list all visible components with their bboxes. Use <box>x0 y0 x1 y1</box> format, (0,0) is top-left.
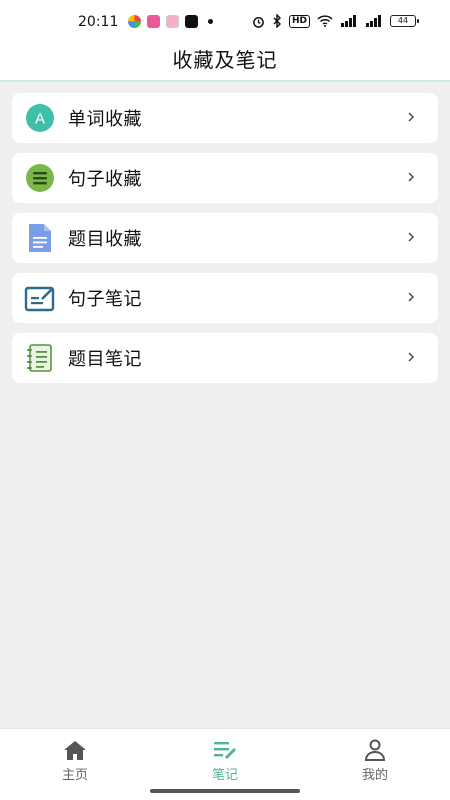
list-item-word-favorites[interactable]: A 单词收藏 <box>12 93 438 143</box>
app-pink-icon <box>147 15 160 28</box>
favorites-list: A 单词收藏 句子收藏 题目收藏 句子笔记 题目笔记 <box>12 93 438 393</box>
nav-label: 主页 <box>61 768 88 783</box>
letter-a-glyph: A <box>35 111 45 128</box>
battery-icon: 44 <box>390 15 419 27</box>
home-icon <box>64 741 86 760</box>
nav-label: 我的 <box>361 768 388 783</box>
person-icon <box>364 739 386 761</box>
signal-icon <box>341 15 356 27</box>
chevron-right-icon <box>408 292 414 302</box>
alarm-icon <box>253 16 264 28</box>
list-item-question-favorites[interactable]: 题目收藏 <box>12 213 438 263</box>
chevron-right-icon <box>408 112 414 122</box>
chevron-right-icon <box>408 232 414 242</box>
bluetooth-icon <box>273 14 281 28</box>
status-indicators: HD 44 <box>252 14 419 28</box>
home-indicator-bar[interactable] <box>150 789 300 793</box>
nav-label: 笔记 <box>211 768 238 783</box>
list-item-question-notes[interactable]: 题目笔记 <box>12 333 438 383</box>
chevron-right-icon <box>408 352 414 362</box>
app-pinwheel-icon <box>128 15 141 28</box>
status-bar: 20:11 HD 44 <box>0 0 450 44</box>
status-time: 20:11 <box>78 14 119 30</box>
wifi-icon <box>317 15 333 27</box>
chevron-right-icon <box>408 172 414 182</box>
signal-icon-2 <box>366 15 381 27</box>
list-item-label: 句子笔记 <box>68 289 142 310</box>
list-item-sentence-favorites[interactable]: 句子收藏 <box>12 153 438 203</box>
letter-a-icon: A <box>24 102 56 134</box>
hd-badge: HD <box>288 14 310 28</box>
list-item-label: 单词收藏 <box>68 109 142 130</box>
app-tiktok-icon <box>185 15 198 28</box>
document-icon <box>24 222 56 254</box>
dot-icon <box>208 19 213 24</box>
nav-home[interactable]: 主页 <box>0 729 150 800</box>
page-header: 收藏及笔记 <box>0 44 450 82</box>
list-item-label: 题目笔记 <box>68 349 142 370</box>
page-title: 收藏及笔记 <box>172 48 278 72</box>
app-gallery-icon <box>166 15 179 28</box>
edit-note-icon <box>24 282 56 314</box>
list-item-label: 句子收藏 <box>68 169 142 190</box>
lines-circle-icon <box>24 162 56 194</box>
nav-profile[interactable]: 我的 <box>300 729 450 800</box>
list-item-sentence-notes[interactable]: 句子笔记 <box>12 273 438 323</box>
notebook-icon <box>24 342 56 374</box>
notes-pen-icon <box>214 742 237 760</box>
status-app-icons <box>128 15 213 28</box>
list-item-label: 题目收藏 <box>68 229 142 250</box>
